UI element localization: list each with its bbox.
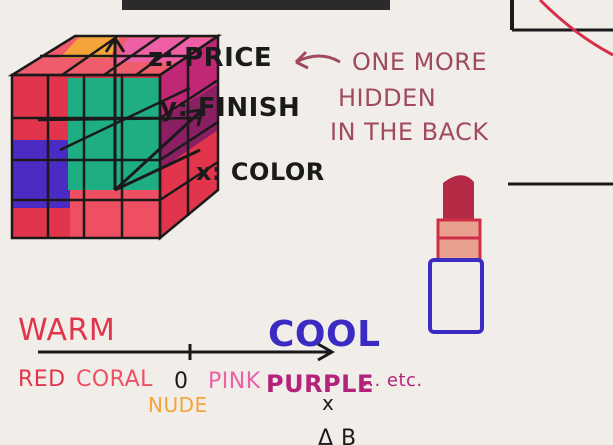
axis-label-finish: y: FINISH xyxy=(160,93,300,123)
bottom-marks: Δ B xyxy=(318,426,357,445)
lipstick-icon xyxy=(428,175,484,334)
scale-item-coral: CORAL xyxy=(76,367,153,392)
scale-item-pink: PINK xyxy=(208,369,261,394)
scale-item-nude: NUDE xyxy=(148,393,208,417)
whiteboard-drawing: z: PRICE y: FINISH x: COLOR ONE MORE HID… xyxy=(7,0,613,445)
scale-item-red: RED xyxy=(18,367,66,392)
annotation-line-1: ONE MORE xyxy=(352,48,487,76)
annotation-line-2: HIDDEN xyxy=(338,84,436,112)
warm-label: WARM xyxy=(18,313,115,348)
annotation-line-3: IN THE BACK xyxy=(330,118,489,146)
scale-tick-zero: 0 xyxy=(174,369,189,394)
axis-label-color: x: COLOR xyxy=(196,158,325,186)
scale-item-purple: PURPLE xyxy=(266,370,374,398)
axis-label-price: z: PRICE xyxy=(148,43,272,73)
annotation-arrow xyxy=(294,50,341,70)
scale-tick-x: x xyxy=(322,391,334,415)
scale-item-etc: ... etc. xyxy=(362,370,423,391)
